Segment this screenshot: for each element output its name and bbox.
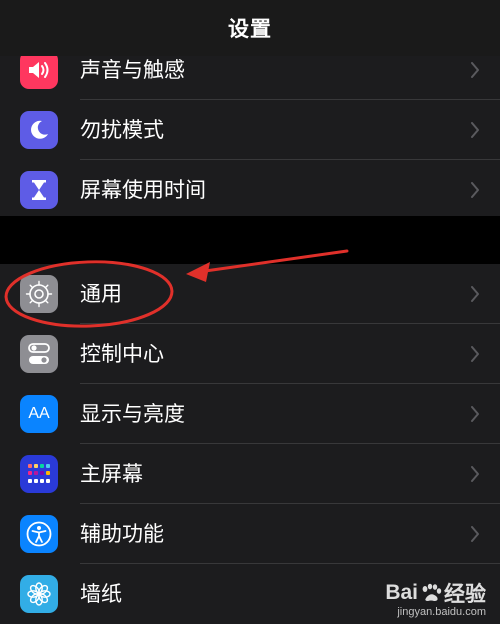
settings-row-dnd[interactable]: 勿扰模式 [0,100,500,160]
watermark-logo: Bai 经验 [385,578,486,608]
home-grid-icon [20,455,58,493]
settings-row-label: 控制中心 [80,342,164,366]
settings-row-label: 主屏幕 [80,462,143,486]
watermark-url: jingyan.baidu.com [397,606,486,618]
gear-icon [20,275,58,313]
settings-row-label: 显示与亮度 [80,402,185,426]
chevron-right-icon [471,122,479,138]
chevron-right-icon [471,346,479,362]
settings-row-home-screen[interactable]: 主屏幕 [0,444,500,504]
settings-group-2: 通用 控制中心 AA 显示与亮度 主屏幕 辅助功能 墙纸 [0,264,500,624]
moon-icon [20,111,58,149]
settings-row-label: 屏幕使用时间 [80,178,206,202]
settings-row-display[interactable]: AA 显示与亮度 [0,384,500,444]
toggles-icon [20,335,58,373]
chevron-right-icon [471,526,479,542]
settings-screen: 设置 声音与触感 勿扰模式 屏幕使用时间 通用 控制中心 AA 显示与亮度 主屏… [0,0,500,624]
settings-row-general[interactable]: 通用 [0,264,500,324]
settings-row-label: 通用 [80,282,122,306]
settings-row-label: 声音与触感 [80,58,185,82]
settings-row-label: 墙纸 [80,582,122,606]
chevron-right-icon [471,466,479,482]
paw-icon [422,583,442,601]
settings-row-label: 辅助功能 [80,522,164,546]
chevron-right-icon [471,182,479,198]
watermark-main-text: Bai [385,581,418,604]
settings-row-accessibility[interactable]: 辅助功能 [0,504,500,564]
settings-row-control-center[interactable]: 控制中心 [0,324,500,384]
watermark: Bai 经验 jingyan.baidu.com [385,578,486,618]
chevron-right-icon [471,286,479,302]
settings-group-1: 声音与触感 勿扰模式 屏幕使用时间 [0,51,500,216]
page-title: 设置 [228,17,272,41]
aa-icon: AA [20,395,58,433]
speaker-icon [20,51,58,89]
settings-row-screen-time[interactable]: 屏幕使用时间 [0,160,500,220]
accessibility-icon [20,515,58,553]
nav-bar: 设置 [0,0,500,56]
watermark-suffix-text: 经验 [444,583,486,606]
settings-row-label: 勿扰模式 [80,118,164,142]
flower-icon [20,575,58,613]
aa-icon-text: AA [28,405,50,422]
chevron-right-icon [471,62,479,78]
hourglass-icon [20,171,58,209]
chevron-right-icon [471,406,479,422]
